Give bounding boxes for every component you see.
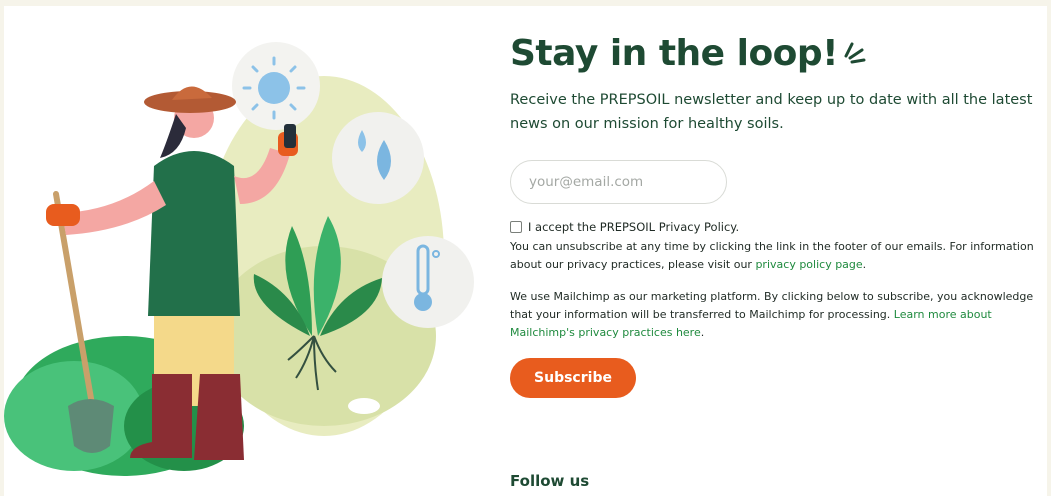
burst-icon — [844, 42, 866, 64]
mailchimp-end: . — [700, 326, 705, 339]
privacy-consent[interactable]: I accept the PREPSOIL Privacy Policy. — [510, 220, 1050, 234]
privacy-policy-link[interactable]: privacy policy page — [755, 258, 862, 271]
newsletter-illustration — [4, 42, 474, 476]
newsletter-panel: Stay in the loop! Receive the PREPSOIL n… — [4, 6, 1047, 496]
privacy-consent-label: I accept the PREPSOIL Privacy Policy. — [528, 220, 740, 234]
privacy-consent-checkbox[interactable] — [510, 221, 522, 233]
unsubscribe-end: . — [862, 258, 867, 271]
newsletter-content: Stay in the loop! Receive the PREPSOIL n… — [510, 32, 1050, 398]
subscribe-button[interactable]: Subscribe — [510, 358, 636, 398]
mailchimp-note: We use Mailchimp as our marketing platfo… — [510, 288, 1050, 342]
email-field-wrapper[interactable] — [510, 160, 727, 204]
follow-us-heading: Follow us — [510, 472, 590, 490]
unsubscribe-note: You can unsubscribe at any time by click… — [510, 238, 1050, 274]
newsletter-intro: Receive the PREPSOIL newsletter and keep… — [510, 92, 1033, 132]
headline-text: Stay in the loop! — [510, 33, 839, 74]
sun-icon — [232, 42, 320, 130]
water-drops-icon — [332, 112, 424, 204]
email-input[interactable] — [529, 174, 726, 190]
newsletter-headline: Stay in the loop! — [510, 32, 868, 76]
thermometer-icon — [382, 236, 474, 328]
